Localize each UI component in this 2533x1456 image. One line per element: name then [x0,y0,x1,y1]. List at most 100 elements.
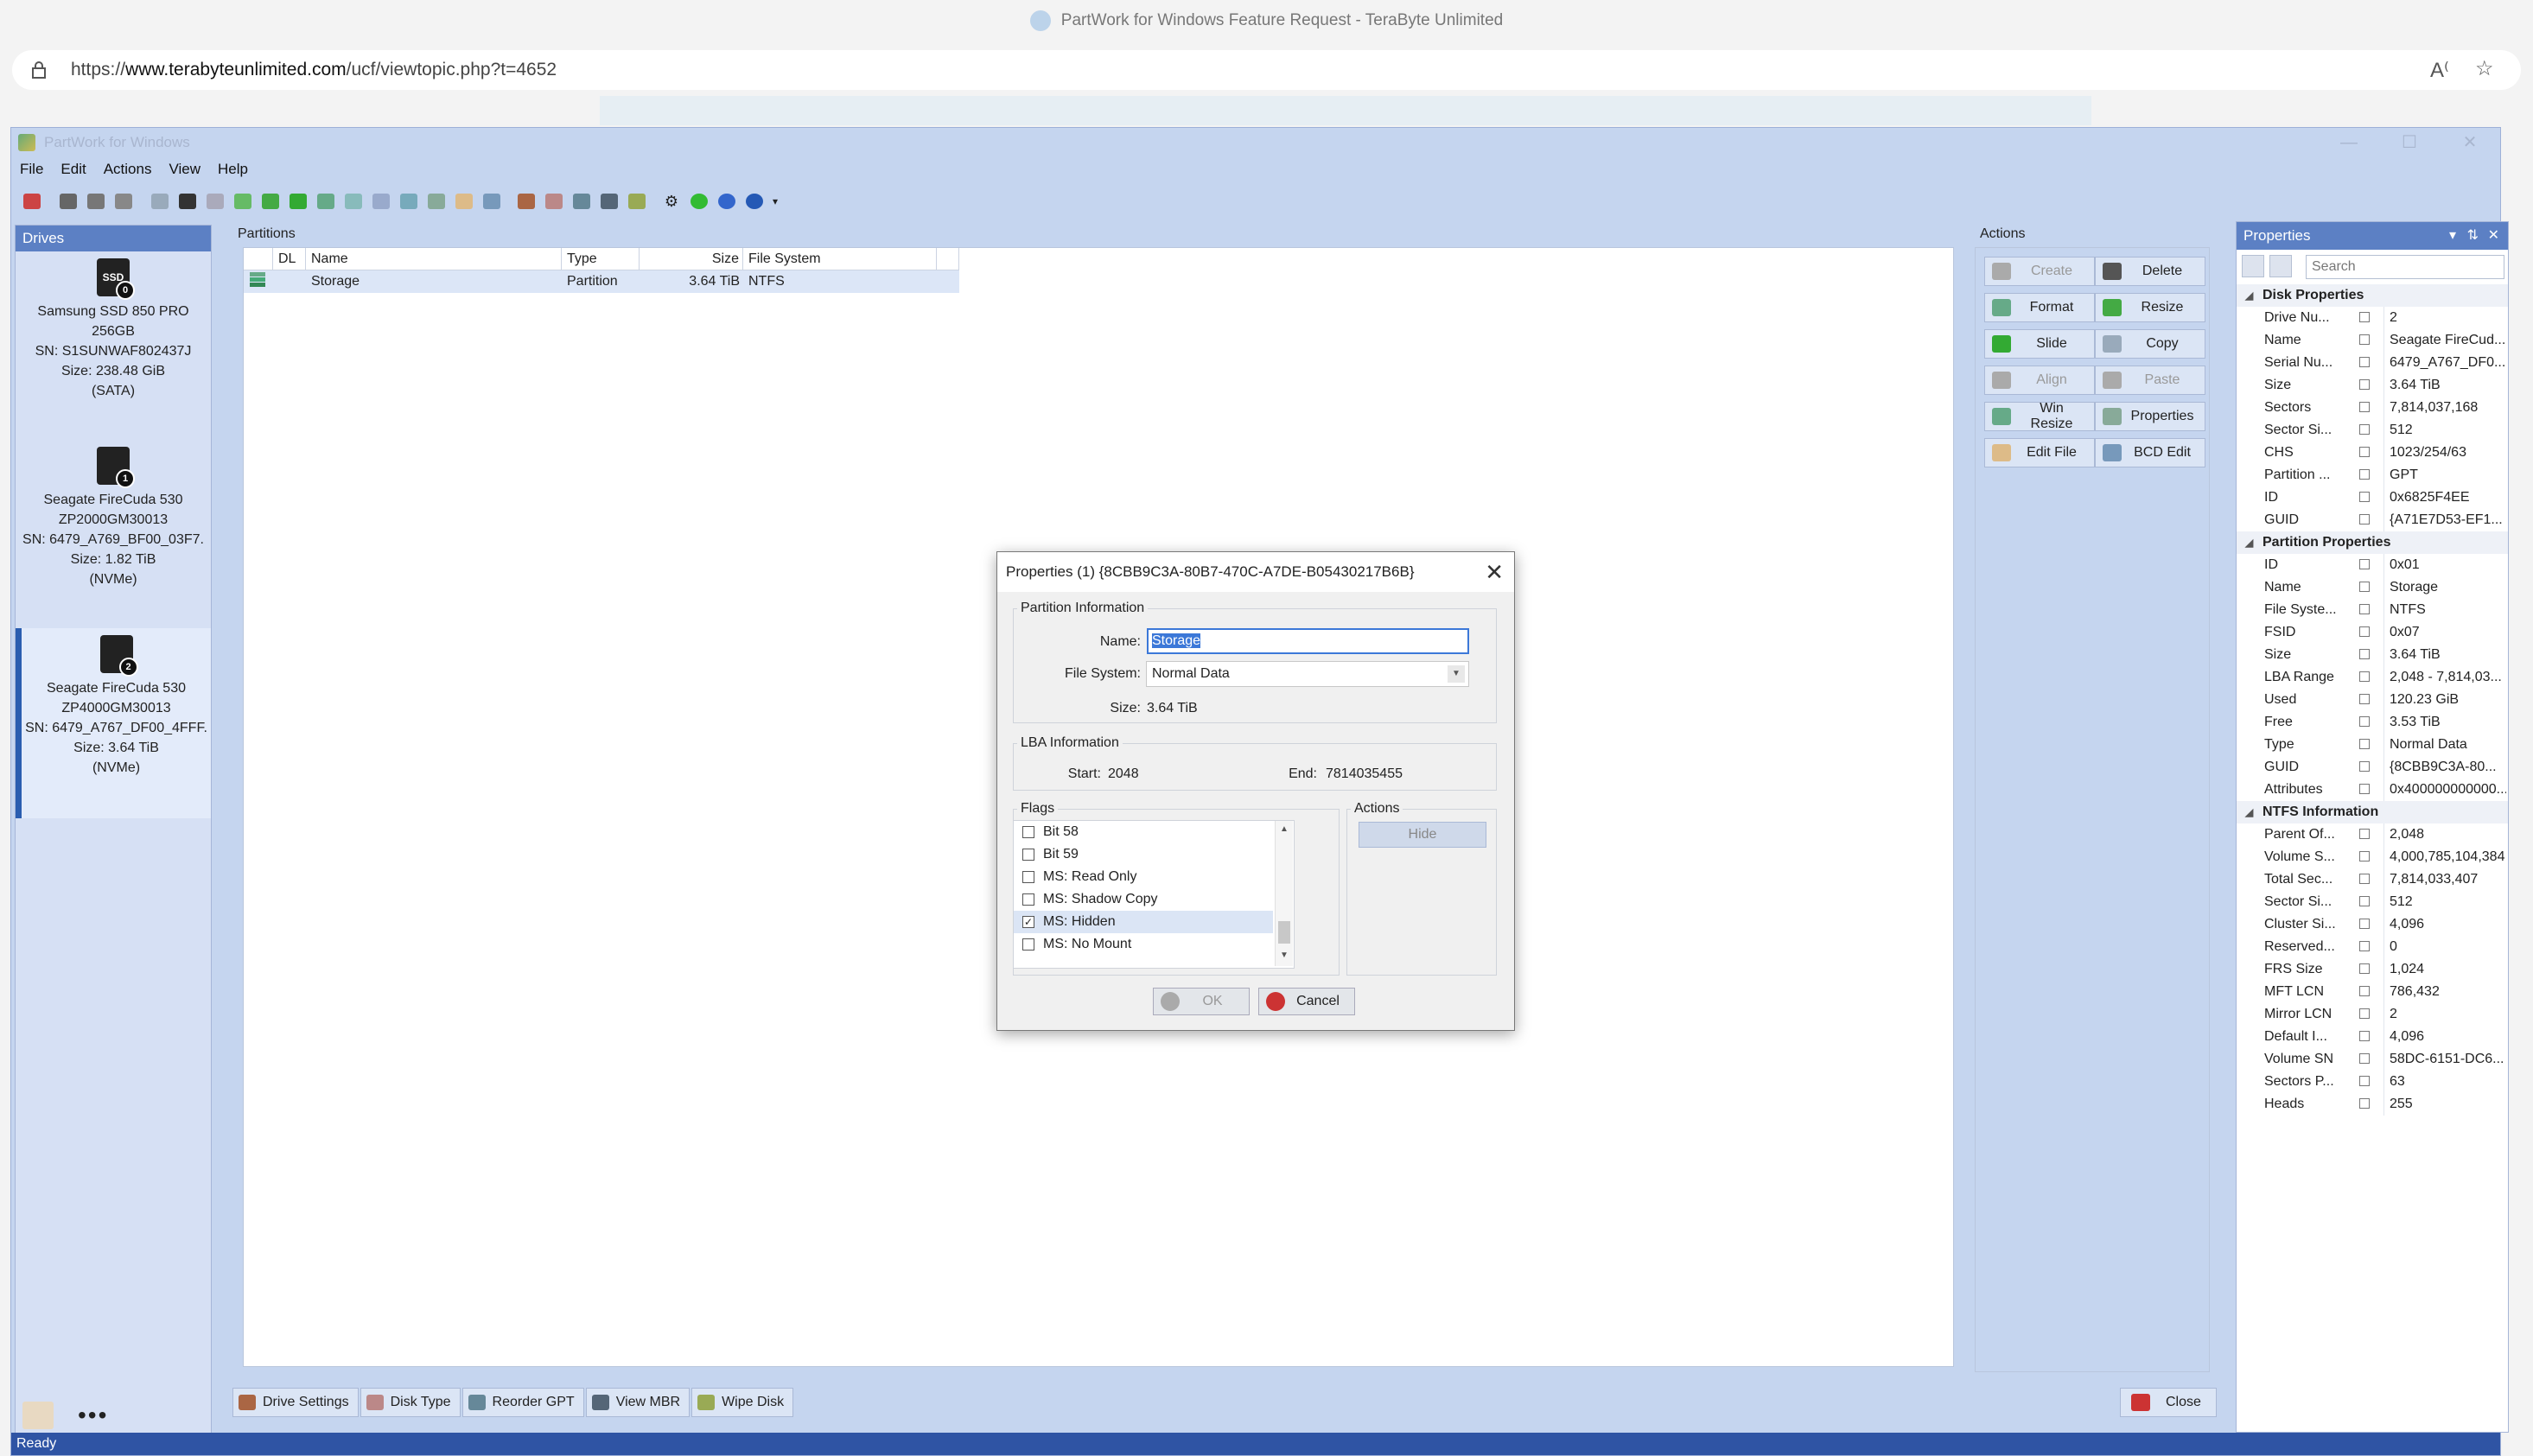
flag-item[interactable]: MS: Read Only [1014,866,1273,888]
print-icon[interactable] [56,190,80,213]
copy-value-icon[interactable] [2359,919,2370,929]
scroll-thumb[interactable] [1278,921,1290,944]
property-row[interactable]: GUID {8CBB9C3A-80... [2237,756,2508,779]
align-button[interactable]: Align [1984,366,2095,395]
flag-checkbox[interactable] [1022,871,1034,883]
copy-value-icon[interactable] [2359,604,2370,614]
property-row[interactable]: Size 3.64 TiB [2237,374,2508,397]
copy-value-icon[interactable] [2359,963,2370,974]
copy-value-icon[interactable] [2359,986,2370,996]
flag-item[interactable]: ✓ MS: Hidden [1014,911,1273,933]
column-header-file-system[interactable]: File System [743,248,937,270]
column-header-name[interactable]: Name [306,248,562,270]
copy-value-icon[interactable] [2359,761,2370,772]
toolbar-overflow-icon[interactable]: ▾ [770,190,780,213]
copy-partition-icon[interactable] [369,190,393,213]
collapse-icon[interactable]: ◢ [2245,801,2253,823]
property-row[interactable]: Drive Nu... 2 [2237,307,2508,329]
copy-value-icon[interactable] [2359,447,2370,457]
scroll-up-icon[interactable]: ▲ [1280,824,1289,834]
copy-value-icon[interactable] [2359,559,2370,569]
property-row[interactable]: Attributes 0x400000000000... [2237,779,2508,801]
column-header-type[interactable]: Type [562,248,640,270]
copy-value-icon[interactable] [2359,492,2370,502]
name-field[interactable]: Storage [1147,628,1469,654]
property-row[interactable]: Default I... 4,096 [2237,1026,2508,1048]
copy-value-icon[interactable] [2359,1008,2370,1019]
close-button[interactable]: Close [2120,1388,2217,1417]
column-header-icon[interactable] [244,248,273,270]
wipe-disk-button[interactable]: Wipe Disk [691,1388,794,1417]
more-icon[interactable]: ••• [78,1402,108,1429]
disk-type-icon[interactable] [542,190,566,213]
menu-file[interactable]: File [11,161,52,178]
property-row[interactable]: FRS Size 1,024 [2237,958,2508,981]
column-header-size[interactable]: Size [640,248,743,270]
resize-button[interactable]: Resize [2095,293,2205,322]
update-arrow-icon[interactable] [687,190,711,213]
flag-item[interactable]: MS: No Mount [1014,933,1273,956]
property-row[interactable]: Volume SN 58DC-6151-DC6... [2237,1048,2508,1071]
property-row[interactable]: Name Storage [2237,576,2508,599]
view-mbr-button[interactable]: View MBR [585,1388,691,1417]
edit-file-button[interactable]: Edit File [1984,438,2095,467]
copy-value-icon[interactable] [2359,896,2370,906]
copy-value-icon[interactable] [2359,784,2370,794]
drive-settings-icon[interactable] [514,190,538,213]
flag-item[interactable]: Bit 59 [1014,843,1273,866]
copy-value-icon[interactable] [2359,469,2370,480]
flag-checkbox[interactable] [1022,938,1034,951]
copy-value-icon[interactable] [2359,357,2370,367]
paste-button[interactable]: Paste [2095,366,2205,395]
property-row[interactable]: Volume S... 4,000,785,104,384 [2237,846,2508,868]
categorized-view-icon[interactable] [2242,255,2264,277]
drive-item-2[interactable]: 2 Seagate FireCuda 530 ZP4000GM30013 SN:… [16,628,211,818]
collapse-icon[interactable]: ◢ [2245,531,2253,554]
maximize-icon[interactable]: ☐ [2379,128,2440,157]
copy-value-icon[interactable] [2359,1076,2370,1086]
property-row[interactable]: ID 0x01 [2237,554,2508,576]
property-row[interactable]: Type Normal Data [2237,734,2508,756]
print-preview-icon[interactable] [84,190,108,213]
property-row[interactable]: Parent Of... 2,048 [2237,823,2508,846]
flag-checkbox[interactable] [1022,849,1034,861]
partition-green-icon[interactable] [231,190,255,213]
properties-toolbar-icon[interactable] [424,190,449,213]
copy-value-icon[interactable] [2359,402,2370,412]
help-icon[interactable] [742,190,767,213]
copy-value-icon[interactable] [2359,1053,2370,1064]
pin-icon[interactable]: ⇅ [2467,222,2479,250]
property-row[interactable]: Partition ... GPT [2237,464,2508,486]
property-section-header[interactable]: ◢ Partition Properties [2237,531,2508,554]
disk-list-icon[interactable] [148,190,172,213]
drive-icon[interactable] [175,190,200,213]
copy-value-icon[interactable] [2359,582,2370,592]
flags-scrollbar[interactable]: ▲ ▼ [1275,821,1293,966]
file-system-select[interactable]: Normal Data ▼ [1146,661,1469,687]
copy-value-icon[interactable] [2359,739,2370,749]
flag-item[interactable]: MS: Shadow Copy [1014,888,1273,911]
property-row[interactable]: Size 3.64 TiB [2237,644,2508,666]
copy-value-icon[interactable] [2359,379,2370,390]
properties-button[interactable]: Properties [2095,402,2205,431]
menu-view[interactable]: View [160,161,209,178]
exit-icon[interactable] [20,190,44,213]
close-panel-icon[interactable]: ✕ [2488,222,2499,250]
url-text[interactable]: https://www.terabyteunlimited.com/ucf/vi… [71,60,557,80]
dropdown-icon[interactable]: ▾ [2449,222,2456,250]
flag-checkbox[interactable] [1022,893,1034,906]
copy-value-icon[interactable] [2359,874,2370,884]
mbr-icon[interactable] [597,190,621,213]
gpt-icon[interactable] [570,190,594,213]
drives-view-icon[interactable] [22,1402,54,1429]
property-row[interactable]: Sectors P... 63 [2237,1071,2508,1093]
close-window-icon[interactable]: ✕ [2440,128,2500,157]
slide-icon[interactable] [341,190,366,213]
copy-value-icon[interactable] [2359,334,2370,345]
dialog-close-icon[interactable]: ✕ [1485,552,1504,592]
copy-value-icon[interactable] [2359,649,2370,659]
copy-value-icon[interactable] [2359,694,2370,704]
property-row[interactable]: Name Seagate FireCud... [2237,329,2508,352]
property-row[interactable]: Sectors 7,814,037,168 [2237,397,2508,419]
align-icon[interactable] [397,190,421,213]
